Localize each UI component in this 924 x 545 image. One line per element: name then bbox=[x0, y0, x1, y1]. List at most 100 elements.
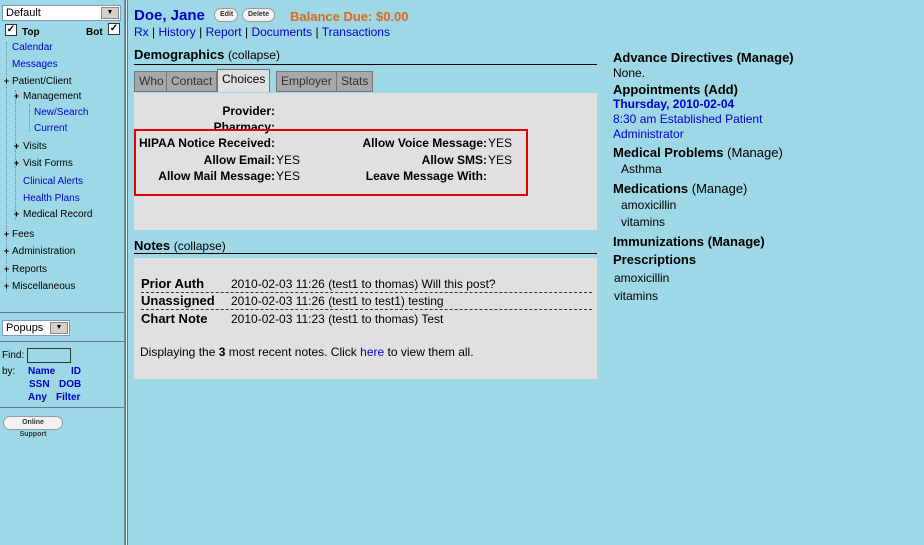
nav-patient-client[interactable]: Patient/Client bbox=[12, 76, 71, 87]
layout-select-value: Default bbox=[6, 7, 41, 19]
immunizations-header: Immunizations (Manage) bbox=[613, 234, 765, 249]
nav-medical-record[interactable]: Medical Record bbox=[23, 209, 92, 220]
notes-footer-count: 3 bbox=[218, 345, 226, 359]
nav-messages[interactable]: Messages bbox=[12, 59, 58, 70]
appointments-header: Appointments (Add) bbox=[613, 82, 738, 97]
notes-collapse-link[interactable]: (collapse) bbox=[174, 239, 226, 253]
medications-manage-link[interactable]: (Manage) bbox=[692, 181, 748, 196]
transactions-link[interactable]: Transactions bbox=[322, 25, 390, 39]
edit-button[interactable]: Edit bbox=[214, 8, 238, 22]
advance-directives-title: Advance Directives bbox=[613, 50, 733, 65]
find-by-any[interactable]: Any bbox=[28, 392, 47, 403]
notes-footer-post: to view them all. bbox=[387, 345, 474, 359]
online-support-button[interactable]: Online Support bbox=[3, 416, 63, 438]
expand-icon[interactable]: + bbox=[13, 92, 20, 101]
find-by-name[interactable]: Name bbox=[28, 366, 55, 377]
tree-line bbox=[15, 90, 16, 220]
history-link[interactable]: History bbox=[158, 25, 195, 39]
nav-visit-forms[interactable]: Visit Forms bbox=[23, 158, 73, 169]
medical-problems-manage-link[interactable]: (Manage) bbox=[727, 145, 783, 160]
left-nav-frame: Default ▼ ✓ Top Bot ✓ Calendar Messages … bbox=[0, 0, 125, 545]
expand-icon[interactable]: + bbox=[3, 282, 10, 291]
medical-problems-title: Medical Problems bbox=[613, 145, 724, 160]
nav-miscellaneous[interactable]: Miscellaneous bbox=[12, 281, 75, 292]
advance-directives-manage-link[interactable]: (Manage) bbox=[737, 50, 794, 65]
notes-footer-mid: most recent notes. Click bbox=[228, 345, 357, 359]
bot-checkbox[interactable]: ✓ bbox=[108, 23, 120, 35]
section-rule bbox=[134, 253, 597, 254]
nav-clinical-alerts[interactable]: Clinical Alerts bbox=[23, 176, 83, 187]
tab-contact[interactable]: Contact bbox=[166, 71, 218, 92]
tab-choices[interactable]: Choices bbox=[217, 69, 271, 92]
demographics-title: Demographics bbox=[134, 47, 225, 62]
tab-employer[interactable]: Employer bbox=[276, 71, 337, 92]
expand-icon[interactable]: + bbox=[13, 142, 20, 151]
nav-calendar[interactable]: Calendar bbox=[12, 42, 53, 53]
nav-reports[interactable]: Reports bbox=[12, 264, 47, 275]
by-label: by: bbox=[2, 366, 16, 377]
note-text[interactable]: 2010-02-03 11:26 (test1 to test1) testin… bbox=[231, 294, 444, 308]
expand-icon[interactable]: + bbox=[13, 210, 20, 219]
tab-who[interactable]: Who bbox=[134, 71, 169, 92]
expand-icon[interactable]: + bbox=[3, 77, 10, 86]
balance-due: Balance Due: $0.00 bbox=[290, 9, 409, 24]
note-text[interactable]: 2010-02-03 11:26 (test1 to thomas) Will … bbox=[231, 277, 496, 291]
find-label: Find: bbox=[2, 350, 25, 361]
immunizations-manage-link[interactable]: (Manage) bbox=[708, 234, 765, 249]
tree-line bbox=[29, 104, 30, 132]
note-separator bbox=[141, 309, 592, 310]
nav-management[interactable]: Management bbox=[23, 91, 81, 102]
nav-current[interactable]: Current bbox=[34, 123, 67, 134]
appointment-line[interactable]: 8:30 am Established Patient bbox=[613, 112, 762, 126]
expand-icon[interactable]: + bbox=[3, 230, 10, 239]
find-input[interactable] bbox=[27, 348, 71, 363]
notes-header: Notes (collapse) bbox=[134, 238, 226, 253]
view-all-notes-link[interactable]: here bbox=[360, 345, 384, 359]
appointment-line[interactable]: Administrator bbox=[613, 127, 684, 141]
note-text[interactable]: 2010-02-03 11:23 (test1 to thomas) Test bbox=[231, 312, 443, 326]
prescriptions-header: Prescriptions bbox=[613, 252, 696, 267]
popups-select[interactable]: Popups ▼ bbox=[2, 320, 70, 336]
immunizations-title: Immunizations bbox=[613, 234, 705, 249]
notes-footer-pre: Displaying the bbox=[140, 345, 216, 359]
demographics-collapse-link[interactable]: (collapse) bbox=[228, 48, 280, 62]
find-filter[interactable]: Filter bbox=[56, 392, 80, 403]
patient-name: Doe, Jane bbox=[134, 7, 205, 24]
divider bbox=[0, 312, 124, 313]
documents-link[interactable]: Documents bbox=[251, 25, 312, 39]
nav-new-search[interactable]: New/Search bbox=[34, 107, 88, 118]
layout-select[interactable]: Default ▼ bbox=[2, 5, 121, 21]
frame-splitter[interactable] bbox=[125, 0, 128, 545]
appointment-date[interactable]: Thursday, 2010-02-04 bbox=[613, 97, 734, 111]
popups-select-value: Popups bbox=[6, 322, 44, 334]
find-by-dob[interactable]: DOB bbox=[59, 379, 81, 390]
find-by-ssn[interactable]: SSN bbox=[29, 379, 50, 390]
expand-icon[interactable]: + bbox=[13, 159, 20, 168]
nav-health-plans[interactable]: Health Plans bbox=[23, 193, 80, 204]
chevron-down-icon: ▼ bbox=[50, 322, 68, 334]
prescription-item: amoxicillin bbox=[614, 271, 670, 285]
medication-item: vitamins bbox=[621, 215, 666, 229]
nav-visits[interactable]: Visits bbox=[23, 141, 47, 152]
rx-link[interactable]: Rx bbox=[134, 25, 149, 39]
highlight-box bbox=[134, 129, 528, 196]
tab-stats[interactable]: Stats bbox=[336, 71, 374, 92]
medical-problems-header: Medical Problems (Manage) bbox=[613, 145, 783, 160]
appointments-add-link[interactable]: (Add) bbox=[704, 82, 738, 97]
advance-directives-header: Advance Directives (Manage) bbox=[613, 50, 794, 65]
patient-links: Rx | History | Report | Documents | Tran… bbox=[134, 25, 390, 39]
divider bbox=[0, 407, 124, 408]
expand-icon[interactable]: + bbox=[3, 265, 10, 274]
notes-title: Notes bbox=[134, 238, 171, 253]
medications-title: Medications bbox=[613, 181, 689, 196]
expand-icon[interactable]: + bbox=[3, 247, 10, 256]
problem-item: Asthma bbox=[621, 162, 662, 176]
delete-button[interactable]: Delete bbox=[242, 8, 275, 22]
nav-fees[interactable]: Fees bbox=[12, 229, 34, 240]
top-checkbox[interactable]: ✓ bbox=[5, 24, 17, 36]
nav-administration[interactable]: Administration bbox=[12, 246, 75, 257]
report-link[interactable]: Report bbox=[206, 25, 242, 39]
note-type: Unassigned bbox=[141, 293, 215, 308]
notes-footer: Displaying the 3 most recent notes. Clic… bbox=[140, 345, 474, 359]
find-by-id[interactable]: ID bbox=[71, 366, 81, 377]
